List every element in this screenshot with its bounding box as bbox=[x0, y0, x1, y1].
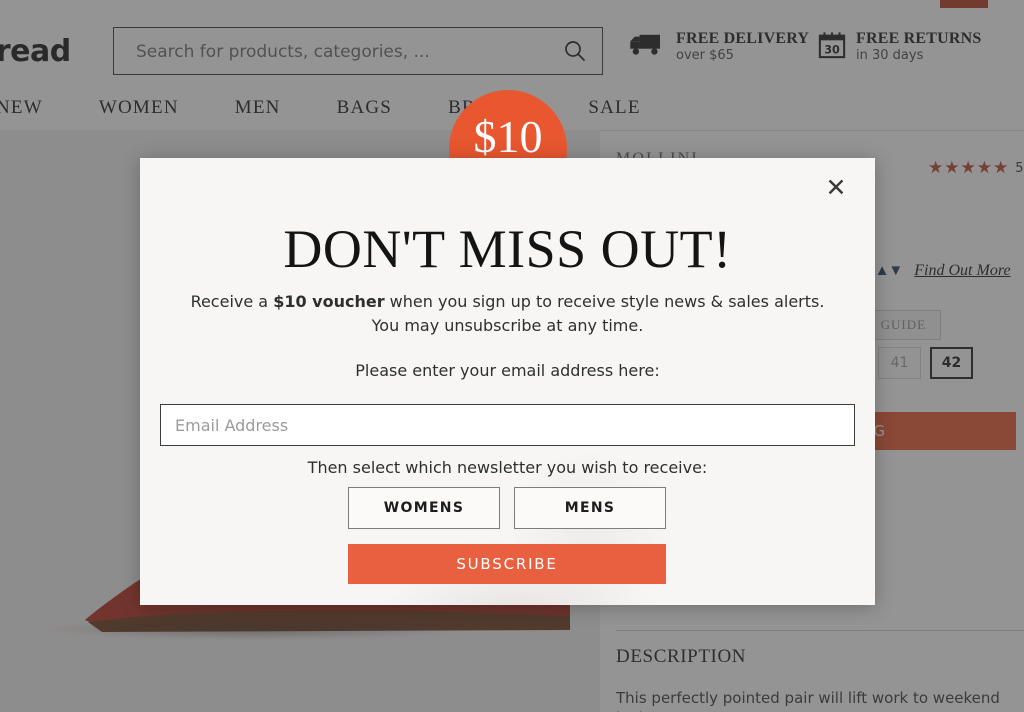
close-icon[interactable]: ✕ bbox=[819, 170, 853, 204]
page-root: tread bbox=[0, 0, 1024, 712]
newsletter-signup-modal: ✕ DON'T MISS OUT! Receive a $10 voucher … bbox=[140, 158, 875, 605]
badge-amount: $10 bbox=[473, 110, 543, 162]
newsletter-option-list: WOMENS MENS bbox=[348, 487, 666, 529]
modal-subtext-prefix: Receive a bbox=[190, 292, 274, 311]
subscribe-button[interactable]: SUBSCRIBE bbox=[348, 544, 666, 584]
modal-heading: DON'T MISS OUT! bbox=[283, 219, 732, 279]
email-input[interactable] bbox=[160, 404, 855, 446]
modal-subtext-suffix: when you sign up to receive style news &… bbox=[384, 292, 825, 311]
newsletter-option-womens[interactable]: WOMENS bbox=[348, 487, 500, 529]
modal-subtext-bold: $10 voucher bbox=[273, 292, 385, 311]
newsletter-prompt: Then select which newsletter you wish to… bbox=[307, 458, 708, 477]
modal-subtext-line2: You may unsubscribe at any time. bbox=[371, 316, 644, 335]
newsletter-option-mens[interactable]: MENS bbox=[514, 487, 666, 529]
email-prompt: Please enter your email address here: bbox=[355, 361, 660, 380]
modal-subtext: Receive a $10 voucher when you sign up t… bbox=[140, 290, 875, 338]
